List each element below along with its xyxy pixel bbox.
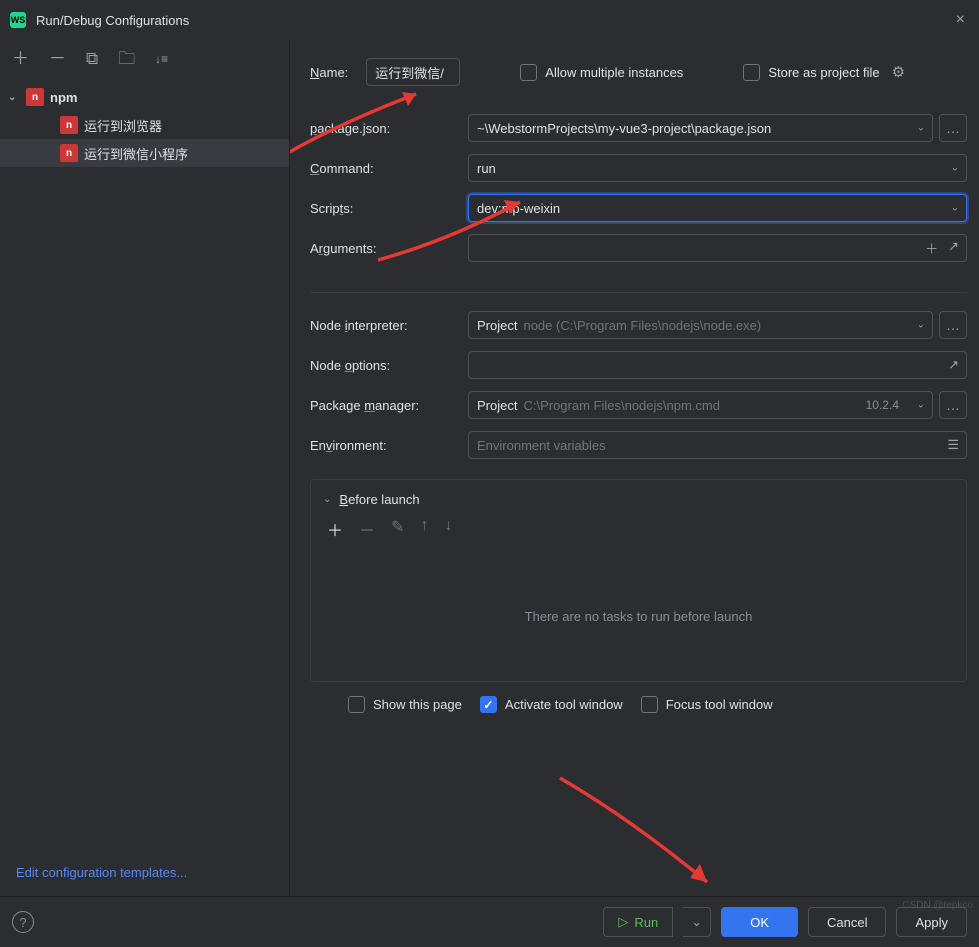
copy-config-icon[interactable]: ⧉	[86, 50, 98, 67]
environment-input[interactable]	[468, 431, 967, 459]
add-task-icon[interactable]: ＋	[327, 517, 343, 541]
command-select[interactable]	[468, 154, 967, 182]
sidebar-toolbar: ＋ － ⧉ 🗀 ↓≡	[0, 40, 289, 77]
focus-tool-checkbox[interactable]: Focus tool window	[641, 696, 773, 713]
scripts-label: Scripts:	[310, 201, 468, 216]
tree-item-label: 运行到微信小程序	[84, 144, 188, 163]
folder-icon[interactable]: 🗀	[118, 50, 135, 67]
npm-icon: n	[60, 116, 78, 134]
tree-item-browser[interactable]: n 运行到浏览器	[0, 111, 289, 139]
form-panel: Name: Allow multiple instances Store as …	[290, 40, 979, 896]
edit-task-icon[interactable]: ✎	[391, 517, 404, 541]
store-as-file-checkbox[interactable]: Store as project file ⚙	[743, 63, 905, 81]
close-icon[interactable]: ×	[952, 11, 969, 29]
npm-icon: n	[26, 88, 44, 106]
npm-icon: n	[60, 144, 78, 162]
watermark: CSDN @tepkco	[902, 900, 973, 911]
expand-icon[interactable]: ↗	[948, 239, 959, 258]
node-options-label: Node options:	[310, 358, 468, 373]
before-launch-header[interactable]: ⌄ Before launch	[311, 480, 966, 507]
node-interpreter-select[interactable]: Project node (C:\Program Files\nodejs\no…	[468, 311, 933, 339]
ok-button[interactable]: OK	[721, 907, 798, 937]
scripts-input[interactable]	[468, 194, 967, 222]
node-options-input[interactable]	[468, 351, 967, 379]
checkbox-icon	[743, 64, 760, 81]
tree-item-label: 运行到浏览器	[84, 116, 162, 135]
run-button[interactable]: ▷ Run	[603, 907, 673, 937]
environment-label: Environment:	[310, 438, 468, 453]
name-label: Name:	[310, 65, 348, 80]
show-page-checkbox[interactable]: Show this page	[348, 696, 462, 713]
name-input[interactable]	[366, 58, 460, 86]
expand-icon[interactable]: ↗	[948, 357, 959, 373]
tree-root-npm[interactable]: ⌄ n npm	[0, 83, 289, 111]
arguments-label: Arguments:	[310, 241, 468, 256]
gear-icon[interactable]: ⚙	[892, 63, 905, 81]
package-manager-select[interactable]: Project C:\Program Files\nodejs\npm.cmd	[468, 391, 933, 419]
config-tree: ⌄ n npm n 运行到浏览器 n 运行到微信小程序	[0, 77, 289, 849]
dialog-footer: ? ▷ Run ⌄ OK Cancel Apply	[0, 896, 979, 947]
allow-multiple-checkbox[interactable]: Allow multiple instances	[520, 64, 683, 81]
arguments-input[interactable]	[468, 234, 967, 262]
sidebar: ＋ － ⧉ 🗀 ↓≡ ⌄ n npm n 运行到浏览器 n 运行到微信小程序 E…	[0, 40, 290, 896]
tree-item-weixin[interactable]: n 运行到微信小程序	[0, 139, 289, 167]
remove-task-icon[interactable]: －	[359, 517, 375, 541]
cancel-button[interactable]: Cancel	[808, 907, 886, 937]
package-json-label: package.json:	[310, 121, 468, 136]
window-title: Run/Debug Configurations	[36, 13, 189, 28]
remove-config-icon[interactable]: －	[49, 50, 66, 67]
annotation-arrow	[552, 770, 732, 896]
browse-pm-button[interactable]: …	[939, 391, 967, 419]
apply-button[interactable]: Apply	[896, 907, 967, 937]
checkbox-checked-icon	[480, 696, 497, 713]
activate-tool-checkbox[interactable]: Activate tool window	[480, 696, 623, 713]
run-dropdown-button[interactable]: ⌄	[683, 907, 711, 937]
tree-root-label: npm	[50, 90, 77, 105]
before-launch-empty: There are no tasks to run before launch	[311, 551, 966, 681]
package-json-input[interactable]	[468, 114, 933, 142]
move-up-icon[interactable]: ↑	[420, 517, 428, 541]
move-down-icon[interactable]: ↓	[444, 517, 452, 541]
browse-interpreter-button[interactable]: …	[939, 311, 967, 339]
package-manager-label: Package manager:	[310, 398, 468, 413]
title-bar: WS Run/Debug Configurations ×	[0, 0, 979, 40]
sort-icon[interactable]: ↓≡	[155, 53, 168, 65]
pm-version: 10.2.4	[866, 398, 899, 412]
help-icon[interactable]: ?	[12, 911, 34, 933]
chevron-down-icon: ⌄	[8, 92, 20, 103]
checkbox-icon	[520, 64, 537, 81]
add-config-icon[interactable]: ＋	[12, 50, 29, 67]
checkbox-icon	[641, 696, 658, 713]
list-icon[interactable]: ☰	[947, 437, 959, 453]
chevron-down-icon: ⌄	[323, 494, 331, 505]
before-launch-panel: ⌄ Before launch ＋ － ✎ ↑ ↓ There are no t…	[310, 479, 967, 682]
app-icon: WS	[10, 12, 26, 28]
command-label: Command:	[310, 161, 468, 176]
node-interpreter-label: Node interpreter:	[310, 318, 468, 333]
edit-templates-link[interactable]: Edit configuration templates...	[16, 865, 187, 880]
browse-package-json-button[interactable]: …	[939, 114, 967, 142]
plus-icon[interactable]: ＋	[925, 239, 938, 258]
checkbox-icon	[348, 696, 365, 713]
